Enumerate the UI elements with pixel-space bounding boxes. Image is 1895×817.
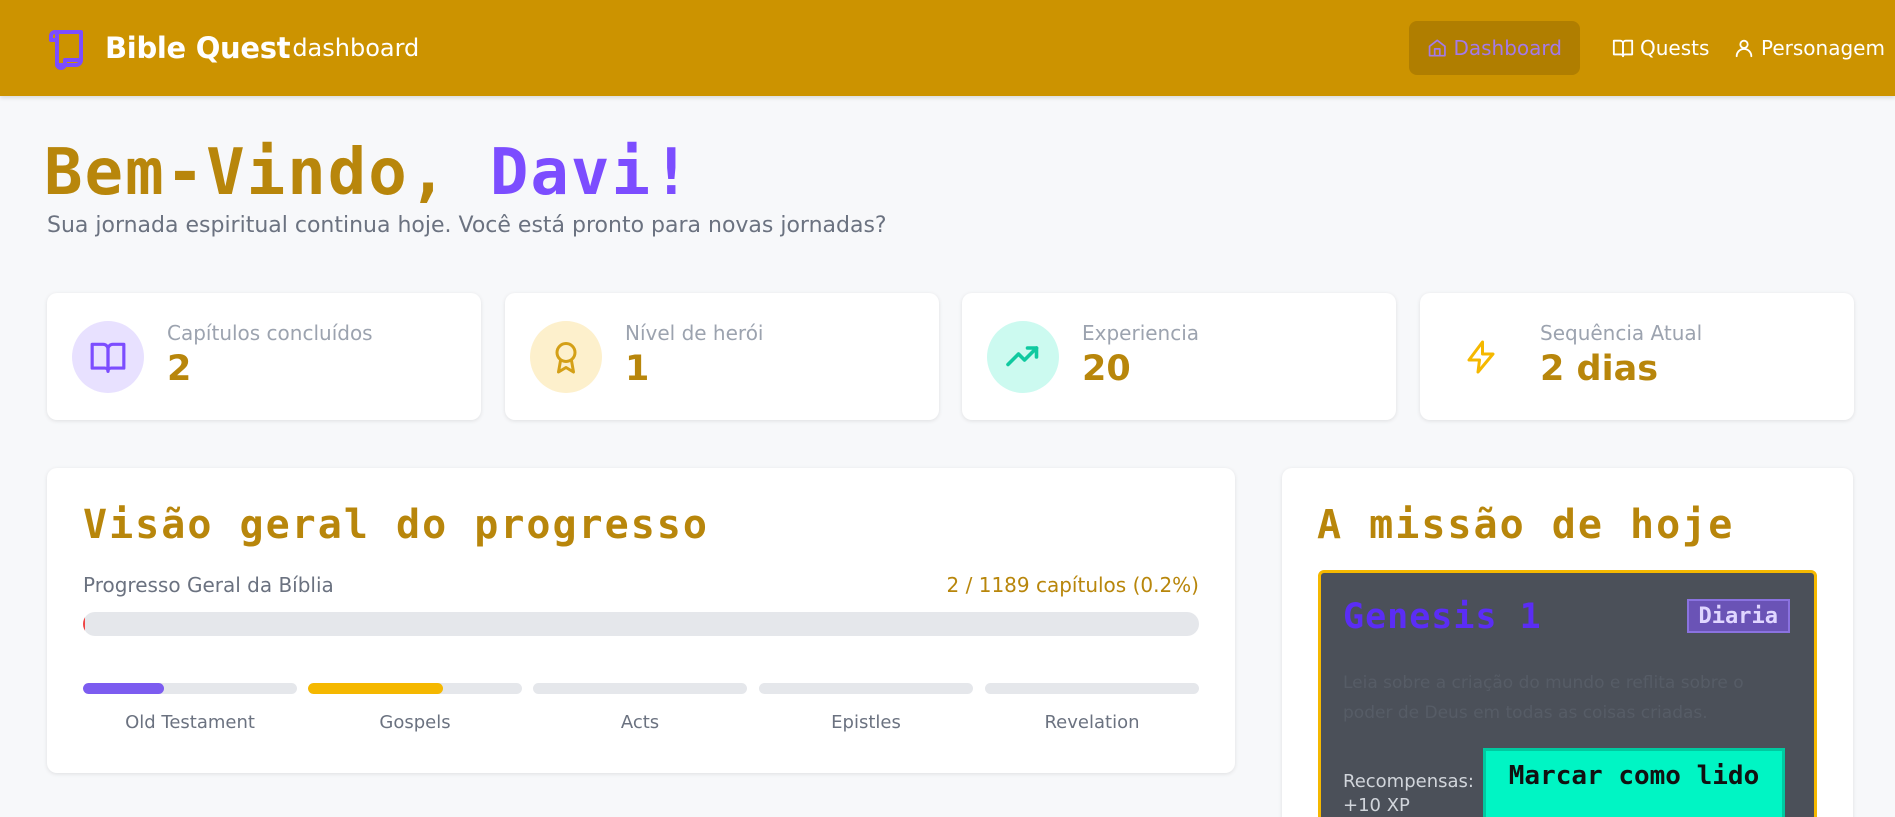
stat-label: Experiencia [1082,321,1200,345]
mission-title: A missão de hoje [1317,502,1735,548]
overall-progress-bar [83,612,1199,636]
stat-icon-circle [72,321,144,393]
section-progress-fill [83,683,165,694]
section-progress-fill [308,683,443,694]
brand[interactable]: Bible Quest dashboard [47,26,419,70]
section-label: Revelation [1044,712,1140,733]
stat-card-chapters: Capítulos concluídos 2 [47,293,481,420]
section-old-testament: Old Testament [83,683,297,733]
stat-label: Capítulos concluídos [167,321,373,345]
top-navbar: Bible Quest dashboard Dashboard Quests P… [0,0,1895,96]
trending-up-icon [1006,346,1039,367]
section-progress-bar [83,683,297,694]
nav-dashboard-label: Dashboard [1453,36,1562,60]
nav-personagem-label: Personagem [1761,36,1885,60]
overall-progress-fill [83,612,86,636]
book-icon [90,342,126,373]
nav-dashboard[interactable]: Dashboard [1409,21,1580,75]
stat-icon-circle [1445,321,1517,393]
reward-label: Recompensas: [1343,771,1474,792]
section-label: Epistles [831,712,901,733]
stat-card-streak: Sequência Atual 2 dias [1420,293,1854,420]
section-progress-bar [308,683,522,694]
section-progress-bar [533,683,747,694]
overall-progress-label: Progresso Geral da Bíblia [83,573,334,597]
welcome-tagline: Sua jornada espiritual continua hoje. Vo… [47,213,887,238]
section-gospels: Gospels [308,683,522,733]
book-icon [1612,39,1634,58]
mission-reward: Recompensas: +10 XP [1343,770,1474,817]
section-progress-bar [759,683,973,694]
progress-title: Visão geral do progresso [83,502,709,548]
section-label: Old Testament [125,712,255,733]
welcome-username: Davi! [489,136,693,210]
mission-badge: Diaria [1686,599,1790,633]
nav-quests-label: Quests [1640,36,1710,60]
section-epistles: Epistles [759,683,973,733]
brand-title: Bible Quest [105,31,291,65]
lightning-icon [1467,340,1495,374]
reward-value: +10 XP [1343,795,1410,816]
mission-description: Leia sobre a criação do mundo e reflita … [1343,673,1744,723]
stat-value: 20 [1082,349,1131,389]
stat-icon-circle [987,321,1059,393]
stat-value: 2 dias [1540,349,1659,389]
stat-value: 1 [625,349,650,389]
progress-overview-card: Visão geral do progresso Progresso Geral… [47,468,1235,773]
section-revelation: Revelation [985,683,1199,733]
stat-value: 2 [167,349,192,389]
section-progress-bar [985,683,1199,694]
section-acts: Acts [533,683,747,733]
stat-label: Nível de herói [625,321,764,345]
nav-personagem[interactable]: Personagem [1715,21,1895,75]
nav-quests[interactable]: Quests [1594,21,1727,75]
award-icon [555,342,577,374]
stat-label: Sequência Atual [1540,321,1703,345]
overall-progress-count: 2 / 1189 capítulos (0.2%) [946,573,1199,597]
welcome-greeting: Bem-Vindo, [44,136,490,210]
mark-as-read-button[interactable]: Marcar como lido [1483,748,1785,817]
home-icon [1428,39,1446,57]
stat-card-level: Nível de herói 1 [505,293,939,420]
mission-chapter: Genesis 1 [1343,597,1542,637]
user-icon [1735,39,1753,58]
brand-subtitle: dashboard [292,34,420,62]
mission-box: Genesis 1 Diaria Leia sobre a criação do… [1318,570,1817,817]
section-label: Acts [620,712,660,733]
daily-mission-card: A missão de hoje Genesis 1 Diaria Leia s… [1282,468,1853,817]
section-label: Gospels [379,712,451,733]
stat-icon-circle [530,321,602,393]
welcome-heading: Bem-Vindo, Davi! [44,136,693,210]
stat-card-experience: Experiencia 20 [962,293,1396,420]
scroll-icon [47,26,93,70]
